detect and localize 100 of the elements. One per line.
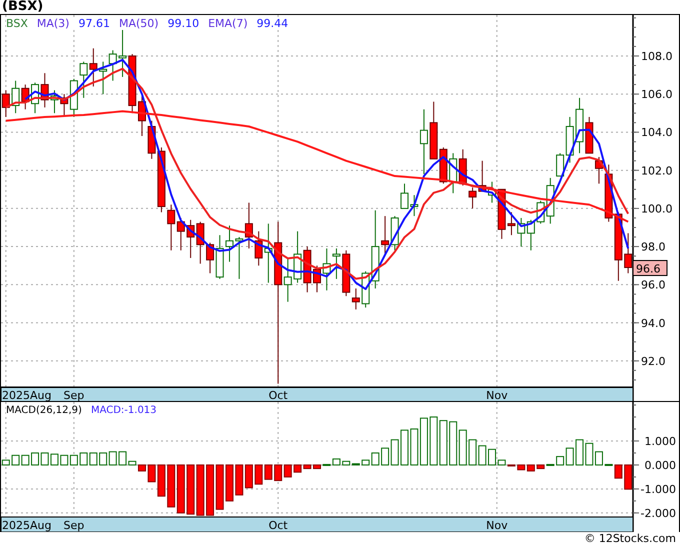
histogram-bar — [468, 439, 477, 466]
histogram-bar — [439, 420, 448, 466]
histogram-bar — [216, 464, 224, 510]
axis-label: 96.0 — [641, 278, 666, 292]
candlestick — [468, 186, 477, 209]
legend-label: 99.10 — [168, 17, 200, 30]
histogram-bar — [108, 451, 117, 466]
chart-title: (BSX) — [1, 0, 44, 14]
legend-label: EMA(7) — [208, 17, 248, 30]
axis-label: 94.0 — [641, 316, 666, 330]
candlestick — [80, 61, 88, 98]
price-tag: 96.6 — [632, 260, 668, 276]
histogram-bar — [478, 445, 486, 466]
candlestick — [478, 160, 486, 192]
date-label: Nov — [486, 519, 508, 532]
axis-label: 92.0 — [641, 354, 666, 368]
histogram-bar — [99, 452, 108, 466]
histogram-bar — [420, 418, 428, 466]
histogram-bar — [206, 464, 214, 516]
axis-label: 0.000 — [644, 458, 676, 472]
candlestick — [226, 225, 234, 262]
candlestick — [381, 216, 390, 255]
date-label: 2025Aug — [2, 389, 52, 401]
axis-label: -2.000 — [640, 506, 676, 520]
candlestick — [99, 61, 108, 95]
histogram-bar — [12, 454, 20, 466]
candlestick — [614, 212, 622, 282]
legend-label: MA(3) — [36, 17, 70, 30]
candlestick — [206, 242, 214, 274]
histogram-bar — [430, 416, 438, 466]
axis-label: 98.0 — [641, 240, 666, 254]
legend-label: 97.61 — [78, 17, 110, 30]
date-label: 2025Aug — [2, 519, 52, 532]
axis-label: 104.0 — [641, 126, 672, 140]
axis-label: 102.0 — [641, 164, 672, 178]
candlestick — [594, 156, 603, 184]
candlestick — [216, 234, 224, 280]
histogram-bar — [60, 454, 68, 466]
candlestick — [449, 152, 458, 194]
candlestick — [624, 232, 632, 274]
candlestick — [410, 194, 418, 217]
axis-label: 1.000 — [644, 434, 676, 448]
candlestick — [2, 90, 10, 118]
histogram-bar — [226, 464, 234, 502]
histogram-bar — [284, 464, 292, 478]
legend-label: MA(50) — [118, 17, 159, 30]
histogram-bar — [244, 464, 253, 488]
candlestick — [604, 164, 613, 222]
histogram-bar — [274, 464, 282, 482]
histogram-bar — [235, 464, 244, 496]
date-label: Nov — [486, 389, 508, 401]
histogram-bar — [576, 439, 584, 466]
candlestick — [108, 50, 117, 82]
candlestick — [303, 246, 312, 293]
candlestick — [167, 204, 176, 251]
histogram-bar — [264, 464, 272, 480]
histogram-bar — [449, 421, 458, 466]
histogram-bar — [89, 452, 98, 466]
date-label: Oct — [268, 519, 288, 532]
candlestick — [176, 217, 185, 251]
candlestick — [244, 202, 253, 249]
histogram-bar — [410, 428, 418, 466]
histogram-bar — [40, 452, 49, 466]
candlestick — [12, 80, 20, 114]
axis-label: -1.000 — [640, 482, 676, 496]
date-label: Oct — [268, 389, 288, 401]
candlestick — [89, 48, 98, 87]
histogram-bar — [196, 464, 204, 516]
candlestick — [21, 84, 30, 110]
histogram-bar — [50, 454, 58, 466]
candlestick — [322, 248, 331, 291]
histogram-bar — [186, 464, 195, 515]
date-label: Sep — [64, 389, 84, 401]
legend-label: MACD(26,12,9) — [6, 404, 82, 417]
candlestick — [235, 236, 244, 280]
candlestick — [458, 148, 467, 186]
axis-label: 108.0 — [641, 50, 672, 63]
candlestick — [526, 219, 535, 251]
histogram-bar — [21, 454, 30, 466]
candlestick — [186, 219, 195, 258]
candlestick — [517, 217, 526, 248]
histogram-bar — [70, 454, 78, 466]
histogram-bar — [176, 464, 185, 514]
legend-label: MACD:-1.013 — [90, 404, 157, 417]
histogram-bar — [624, 464, 632, 490]
candlestick — [196, 221, 204, 264]
legend-label: 99.44 — [256, 17, 288, 30]
histogram-bar — [80, 452, 88, 466]
legend-label: BSX — [6, 17, 28, 30]
histogram-bar — [458, 430, 467, 466]
candlestick — [31, 82, 40, 114]
histogram-bar — [167, 464, 176, 508]
copyright-text: © 12Stocks.com — [583, 532, 677, 546]
candlestick — [294, 230, 302, 284]
histogram-bar — [400, 430, 408, 466]
histogram-bar — [31, 452, 40, 466]
axis-label: 106.0 — [641, 88, 672, 102]
histogram-bar — [254, 464, 263, 485]
histogram-bar — [313, 464, 321, 470]
date-label: Sep — [64, 519, 84, 532]
